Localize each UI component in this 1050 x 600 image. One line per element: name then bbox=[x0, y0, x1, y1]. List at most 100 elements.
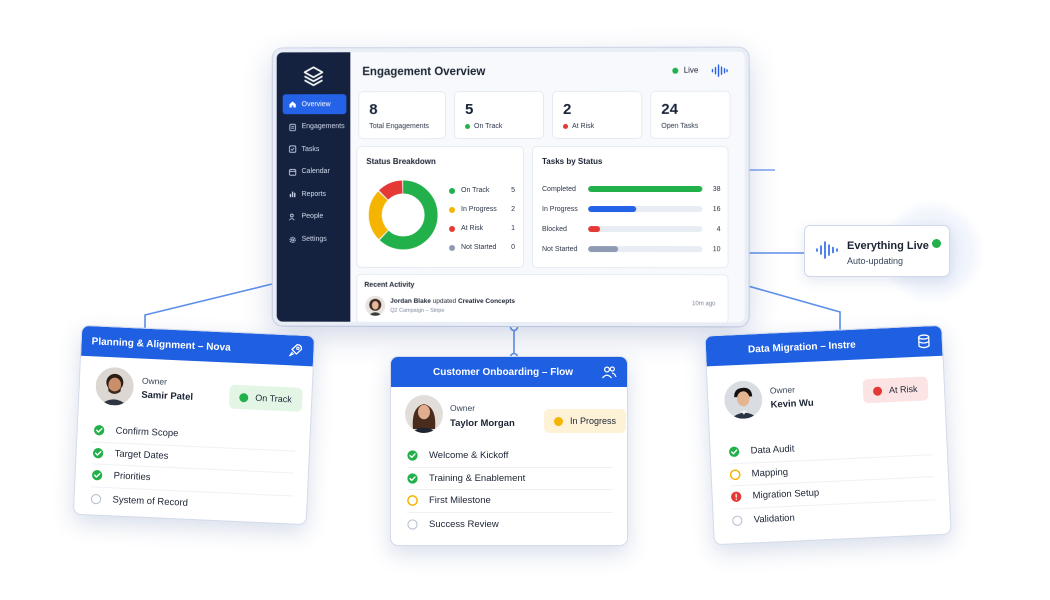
live-status-dot bbox=[932, 239, 941, 248]
sidebar-item-tasks[interactable]: Tasks bbox=[283, 139, 347, 159]
checklist-label: Welcome & Kickoff bbox=[429, 450, 509, 462]
stat-open-tasks[interactable]: 24 Open Tasks bbox=[650, 90, 731, 139]
activity-time: 10m ago bbox=[692, 301, 716, 308]
main-content: Engagement Overview Live 8 Total Engagem… bbox=[350, 51, 745, 325]
dashboard-window: Overview Engagements Tasks Calendar Repo… bbox=[272, 47, 749, 327]
sidebar-item-people[interactable]: People bbox=[283, 207, 347, 227]
sidebar-item-overview[interactable]: Overview bbox=[282, 94, 347, 115]
status-badge: In Progress bbox=[544, 409, 627, 433]
card-header: Customer Onboarding – Flow bbox=[391, 357, 627, 387]
alert-icon bbox=[730, 491, 742, 503]
task-bar-fill bbox=[588, 246, 619, 253]
owner-name: Samir Patel bbox=[141, 389, 194, 403]
checklist-label: System of Record bbox=[112, 493, 189, 509]
panel-title: Tasks by Status bbox=[542, 156, 603, 166]
owner-name: Taylor Morgan bbox=[450, 418, 515, 429]
home-icon bbox=[290, 101, 297, 108]
empty-circle-icon bbox=[407, 518, 418, 530]
task-row-blocked: Blocked 4 bbox=[542, 219, 721, 239]
red-dot-icon bbox=[563, 123, 569, 129]
owner-name: Kevin Wu bbox=[770, 397, 814, 411]
legend-label: At Risk bbox=[461, 224, 484, 232]
status-breakdown-panel: Status Breakdown On Track 5 In Progress 2 … bbox=[356, 145, 525, 269]
status-badge: On Track bbox=[228, 384, 303, 412]
rocket-icon bbox=[289, 343, 303, 357]
stat-total-engagements[interactable]: 8 Total Engagements bbox=[358, 91, 447, 140]
task-value: 16 bbox=[712, 205, 721, 213]
activity-target[interactable]: Creative Concepts bbox=[458, 298, 515, 305]
check-done-icon bbox=[92, 447, 104, 459]
tasks-by-status-panel: Tasks by Status Completed 38 In Progress 1… bbox=[532, 145, 729, 269]
sidebar: Overview Engagements Tasks Calendar Repo… bbox=[276, 52, 351, 322]
legend-label: Not Started bbox=[461, 243, 497, 251]
check-done-icon bbox=[93, 425, 105, 436]
checklist-item[interactable]: First Milestone bbox=[407, 490, 613, 513]
checklist-item[interactable]: Training & Enablement bbox=[407, 468, 613, 491]
check-done-icon bbox=[91, 470, 103, 481]
empty-circle-icon bbox=[732, 515, 743, 526]
sidebar-item-engagements[interactable]: Engagements bbox=[283, 117, 347, 137]
users-icon bbox=[601, 366, 617, 379]
checklist-label: Migration Setup bbox=[752, 487, 820, 502]
soundwave-icon bbox=[816, 241, 838, 259]
legend-value: 1 bbox=[511, 225, 515, 233]
status-dot bbox=[554, 416, 563, 426]
status-badge: At Risk bbox=[862, 376, 929, 404]
checklist-label: Priorities bbox=[113, 470, 151, 484]
legend-dot bbox=[449, 206, 456, 213]
stat-at-risk[interactable]: 2 At Risk bbox=[552, 90, 643, 139]
legend-dot bbox=[449, 187, 456, 194]
in-progress-circle-icon bbox=[407, 495, 418, 507]
task-bar-fill bbox=[588, 226, 601, 233]
activity-verb: updated bbox=[432, 297, 457, 305]
in-progress-circle-icon bbox=[729, 469, 741, 480]
clipboard-icon bbox=[290, 123, 297, 131]
stat-label-text: At Risk bbox=[572, 122, 595, 130]
sidebar-item-label: Calendar bbox=[301, 168, 330, 176]
stat-value: 2 bbox=[563, 100, 572, 118]
owner-label: Owner bbox=[450, 403, 476, 413]
task-value: 10 bbox=[712, 245, 721, 253]
layers-logo-icon bbox=[304, 66, 325, 87]
task-bar-track bbox=[588, 206, 703, 213]
activity-meta: Q2 Campaign – Stripe bbox=[390, 307, 445, 314]
activity-actor: Jordan Blake bbox=[390, 297, 431, 305]
status-donut-chart bbox=[369, 180, 438, 250]
checklist-item[interactable]: Success Review bbox=[407, 513, 613, 536]
checklist-label: First Milestone bbox=[429, 495, 491, 507]
sidebar-item-label: People bbox=[301, 213, 324, 221]
bar-chart-icon bbox=[290, 192, 297, 199]
task-row-completed: Completed 38 bbox=[542, 179, 721, 199]
legend-label: In Progress bbox=[461, 205, 497, 213]
owner-label: Owner bbox=[141, 375, 168, 387]
task-value: 38 bbox=[712, 185, 721, 193]
sidebar-item-reports[interactable]: Reports bbox=[283, 184, 347, 204]
task-value: 4 bbox=[716, 225, 721, 233]
stat-on-track[interactable]: 5 On Track bbox=[454, 90, 545, 140]
sidebar-item-calendar[interactable]: Calendar bbox=[283, 162, 347, 182]
stat-label: On Track bbox=[465, 123, 502, 130]
checklist: Confirm Scope Target Dates Priorities Sy… bbox=[90, 419, 296, 518]
status-label: On Track bbox=[255, 392, 293, 405]
checklist-label: Confirm Scope bbox=[115, 425, 179, 440]
sidebar-item-settings[interactable]: Settings bbox=[283, 229, 347, 249]
card-title: Customer Onboarding – Flow bbox=[433, 367, 574, 378]
legend-label: On Track bbox=[461, 187, 490, 194]
empty-circle-icon bbox=[90, 493, 102, 504]
checklist-item[interactable]: Welcome & Kickoff bbox=[407, 445, 613, 468]
engagement-card-planning[interactable]: Planning & Alignment – Nova Owner Samir … bbox=[72, 324, 316, 526]
engagement-card-onboarding[interactable]: Customer Onboarding – Flow Owner Taylor … bbox=[390, 356, 628, 546]
check-done-icon bbox=[407, 473, 418, 484]
checklist-label: Training & Enablement bbox=[429, 472, 526, 484]
checklist-label: Validation bbox=[753, 512, 795, 526]
sidebar-item-label: Overview bbox=[301, 100, 331, 108]
engagement-card-migration[interactable]: Data Migration – Instre Owner Kevin Wu A… bbox=[704, 324, 952, 546]
stat-label: Open Tasks bbox=[661, 123, 698, 130]
status-legend: On Track 5 In Progress 2 At Risk 1 Not Star… bbox=[449, 181, 515, 257]
legend-row-not-started: Not Started 0 bbox=[449, 238, 515, 257]
page-title: Engagement Overview bbox=[362, 66, 486, 79]
checklist-label: Target Dates bbox=[114, 448, 169, 462]
avatar bbox=[405, 395, 443, 433]
stat-label-text: On Track bbox=[474, 123, 503, 131]
panel-title: Recent Activity bbox=[364, 281, 415, 289]
